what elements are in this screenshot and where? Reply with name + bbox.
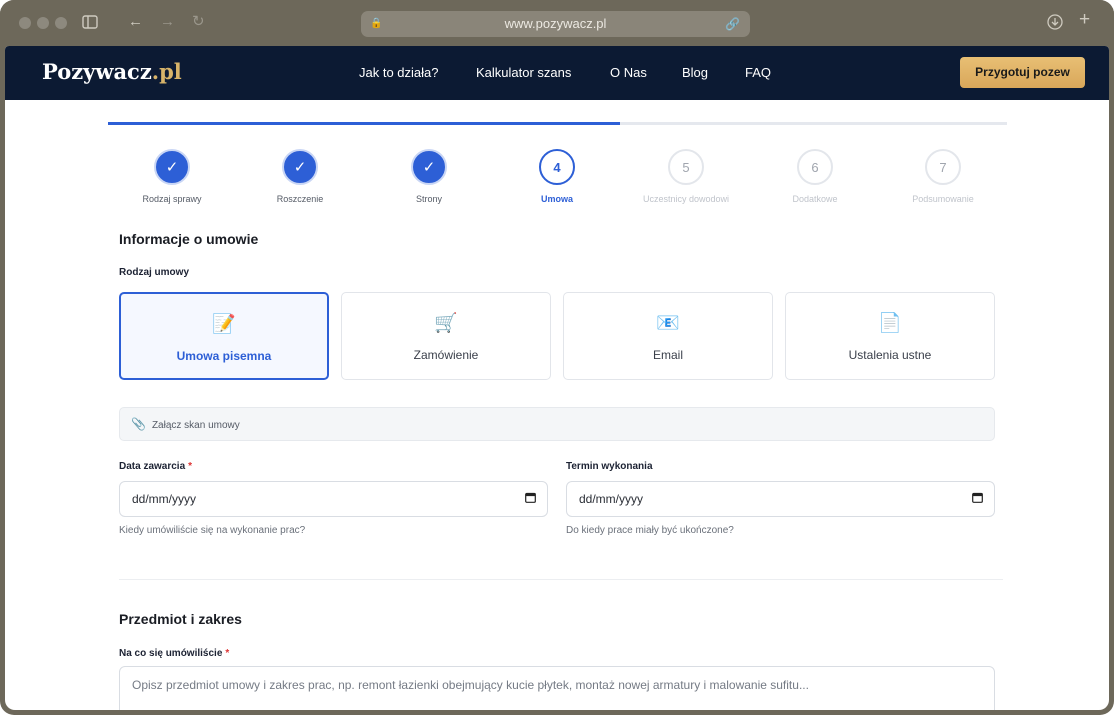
checkmark-icon: ✓ bbox=[411, 149, 447, 185]
url-text: www.pozywacz.pl bbox=[504, 16, 607, 31]
prepare-lawsuit-button[interactable]: Przygotuj pozew bbox=[960, 57, 1085, 88]
step-label: Roszczenie bbox=[276, 194, 324, 204]
checkmark-icon: ✓ bbox=[282, 149, 318, 185]
deadline-hint: Do kiedy prace miały być ukończone? bbox=[566, 525, 734, 536]
page-viewport: Pozywacz.pl Jak to działa? Kalkulator sz… bbox=[5, 46, 1109, 710]
step-label: Rodzaj sprawy bbox=[142, 194, 202, 204]
back-arrow-icon[interactable]: ← bbox=[128, 14, 143, 30]
memo-icon: 📝 bbox=[212, 314, 236, 335]
step-number: 7 bbox=[925, 149, 961, 185]
contract-type-oral[interactable]: 📄 Ustalenia ustne bbox=[785, 292, 995, 380]
contract-type-label-written: Umowa pisemna bbox=[176, 349, 272, 363]
progress-fill bbox=[108, 122, 621, 125]
calendar-icon[interactable] bbox=[972, 482, 983, 516]
progress-step-5: 5 Uczestnicy dowodowi bbox=[631, 149, 741, 204]
progress-step-6: 6 Dodatkowe bbox=[760, 149, 870, 204]
step-label: Podsumowanie bbox=[912, 194, 974, 204]
step-number: 5 bbox=[668, 149, 704, 185]
document-icon: 📄 bbox=[878, 313, 902, 334]
attach-contract-scan[interactable]: 📎 Załącz skan umowy bbox=[119, 407, 995, 441]
sidebar-icon[interactable] bbox=[82, 15, 98, 33]
lock-icon: 🔒 bbox=[370, 18, 383, 29]
nav-link-calculator[interactable]: Kalkulator szans bbox=[476, 65, 571, 80]
subject-label: Na co się umówiliście * bbox=[119, 648, 230, 659]
contract-type-order[interactable]: 🛒 Zamówienie bbox=[341, 292, 551, 380]
date-concluded-input[interactable]: dd/mm/yyyy bbox=[119, 481, 548, 517]
nav-link-faq[interactable]: FAQ bbox=[745, 65, 771, 80]
contract-type-written[interactable]: 📝 Umowa pisemna bbox=[119, 292, 329, 380]
contract-type-label-order: Zamówienie bbox=[413, 348, 479, 362]
forward-arrow-icon[interactable]: → bbox=[160, 14, 175, 30]
browser-toolbar: ← → ↻ 🔒 www.pozywacz.pl 🔗 + bbox=[0, 0, 1114, 46]
minimize-window-icon[interactable] bbox=[37, 17, 49, 29]
section-title-contract: Informacje o umowie bbox=[119, 231, 259, 247]
progress-step-7: 7 Podsumowanie bbox=[888, 149, 998, 204]
contract-type-label-email: Email bbox=[652, 348, 683, 362]
date-concluded-label: Data zawarcia * bbox=[119, 461, 193, 472]
reload-icon[interactable]: ↻ bbox=[192, 14, 205, 30]
contract-type-email[interactable]: 📧 Email bbox=[563, 292, 773, 380]
address-bar[interactable]: 🔒 www.pozywacz.pl 🔗 bbox=[361, 11, 750, 37]
email-icon: 📧 bbox=[656, 313, 680, 334]
progress-step-1[interactable]: ✓ Rodzaj sprawy bbox=[117, 149, 227, 204]
link-icon[interactable]: 🔗 bbox=[725, 11, 740, 37]
deadline-input[interactable]: dd/mm/yyyy bbox=[566, 481, 995, 517]
subject-textarea[interactable]: Opisz przedmiot umowy i zakres prac, np.… bbox=[119, 666, 995, 710]
cart-icon: 🛒 bbox=[434, 313, 458, 334]
date-concluded-hint: Kiedy umówiliście się na wykonanie prac? bbox=[119, 525, 306, 536]
close-window-icon[interactable] bbox=[19, 17, 31, 29]
step-number: 4 bbox=[539, 149, 575, 185]
step-number: 6 bbox=[797, 149, 833, 185]
calendar-icon[interactable] bbox=[525, 482, 536, 516]
nav-link-about[interactable]: O Nas bbox=[610, 65, 647, 80]
progress-track bbox=[108, 122, 1007, 125]
nav-link-blog[interactable]: Blog bbox=[682, 65, 708, 80]
download-icon[interactable] bbox=[1047, 14, 1063, 34]
step-label: Dodatkowe bbox=[792, 194, 838, 204]
checkmark-icon: ✓ bbox=[154, 149, 190, 185]
section-divider bbox=[119, 579, 1003, 580]
new-tab-icon[interactable]: + bbox=[1079, 10, 1090, 29]
browser-window: ← → ↻ 🔒 www.pozywacz.pl 🔗 + Pozywacz.pl … bbox=[0, 0, 1114, 715]
paperclip-icon: 📎 bbox=[131, 417, 146, 431]
section-title-subject: Przedmiot i zakres bbox=[119, 611, 242, 627]
contract-type-label: Rodzaj umowy bbox=[119, 267, 190, 278]
step-label: Strony bbox=[415, 194, 442, 204]
nav-link-how-it-works[interactable]: Jak to działa? bbox=[359, 65, 439, 80]
zoom-window-icon[interactable] bbox=[55, 17, 67, 29]
deadline-label: Termin wykonania bbox=[566, 461, 653, 472]
progress-step-4: 4 Umowa bbox=[502, 149, 612, 204]
step-label: Umowa bbox=[540, 194, 573, 204]
progress-step-2[interactable]: ✓ Roszczenie bbox=[245, 149, 355, 204]
step-label: Uczestnicy dowodowi bbox=[642, 194, 730, 204]
attach-label: Załącz skan umowy bbox=[151, 420, 240, 431]
progress-step-3[interactable]: ✓ Strony bbox=[374, 149, 484, 204]
site-logo[interactable]: Pozywacz.pl bbox=[42, 59, 182, 84]
site-header: Pozywacz.pl Jak to działa? Kalkulator sz… bbox=[5, 46, 1109, 100]
contract-type-label-oral: Ustalenia ustne bbox=[848, 348, 932, 362]
